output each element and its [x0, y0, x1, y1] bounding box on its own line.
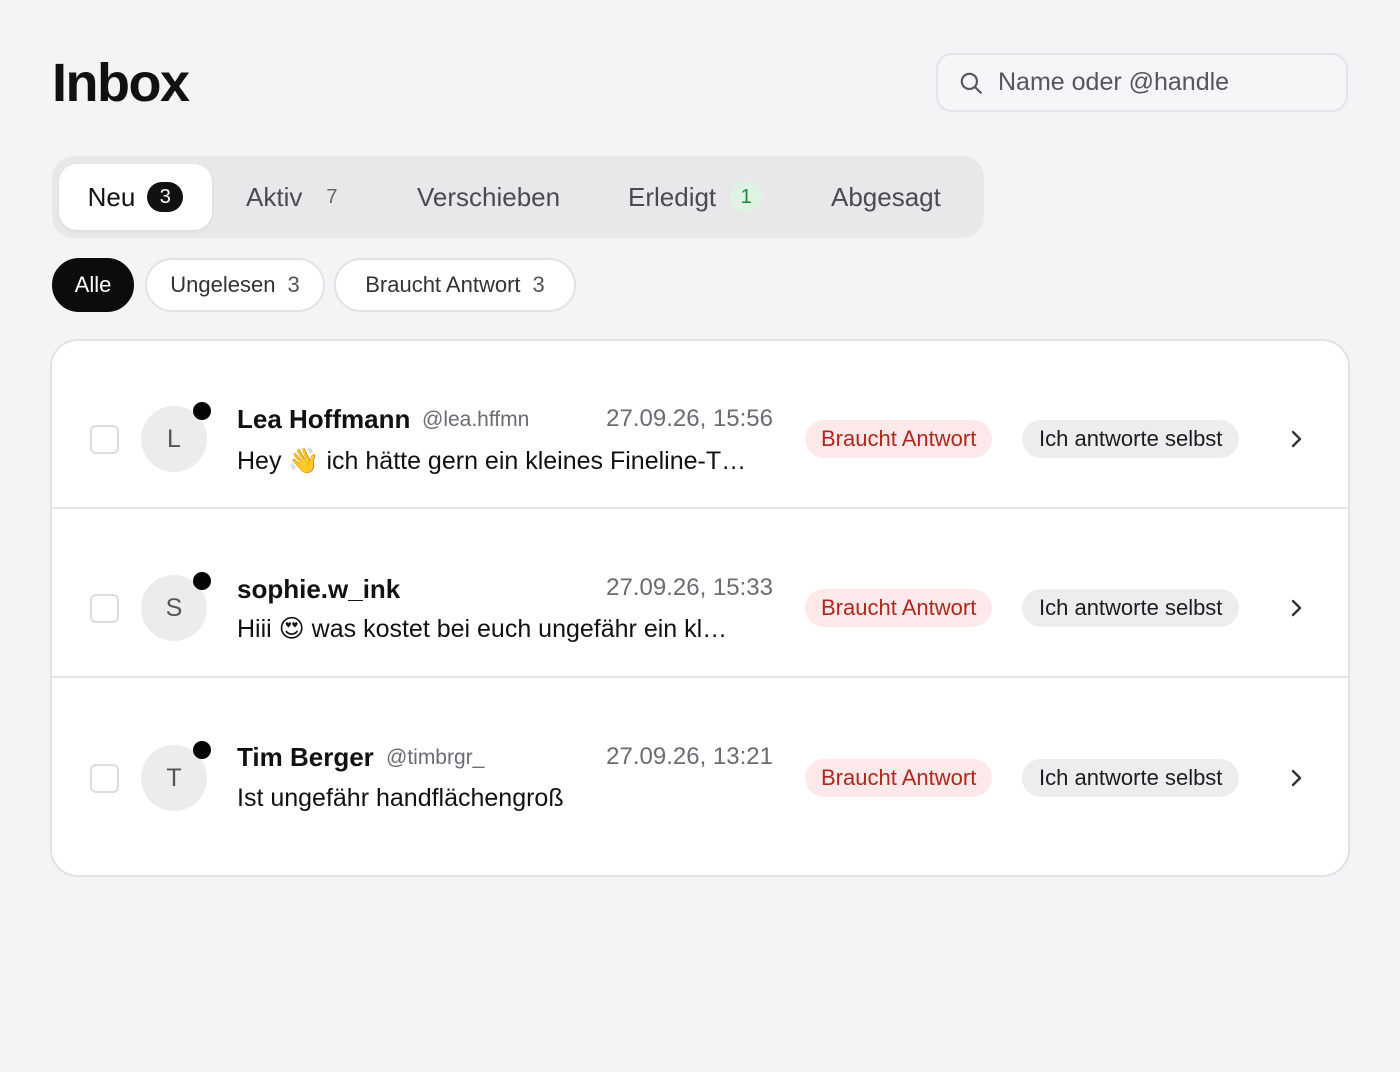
filter-count: 3	[287, 272, 300, 297]
search-icon	[960, 72, 982, 94]
avatar-initial: T	[166, 763, 182, 792]
search-box[interactable]	[936, 53, 1348, 112]
chevron-right-icon[interactable]	[1288, 765, 1306, 791]
tab-label: Verschieben	[417, 181, 561, 212]
message-preview: Ist ungefähr handflächengroß	[237, 784, 564, 812]
avatar-initial: L	[167, 424, 181, 453]
status-badge: Braucht Antwort	[805, 759, 993, 797]
conversation-row[interactable]: L Lea Hoffmann @lea.hffmn 27.09.26, 15:5…	[52, 341, 1348, 509]
status-tabs: Neu 3 Aktiv 7 Verschieben Erledigt 1 Abg…	[52, 156, 984, 238]
tab-label: Erledigt	[628, 181, 717, 212]
filter-braucht-antwort[interactable]: Braucht Antwort 3	[334, 258, 576, 312]
tab-label: Abgesagt	[831, 181, 941, 212]
row-checkbox[interactable]	[90, 594, 119, 623]
tab-aktiv[interactable]: Aktiv 7	[246, 164, 337, 230]
tab-abgesagt[interactable]: Abgesagt	[831, 164, 941, 230]
self-reply-button[interactable]: Ich antworte selbst	[1022, 759, 1240, 797]
tab-erledigt[interactable]: Erledigt 1	[628, 164, 763, 230]
message-time: 27.09.26, 15:33	[606, 574, 773, 601]
unread-dot	[193, 572, 211, 590]
tab-count: 1	[730, 182, 763, 212]
tab-count: 3	[147, 182, 184, 212]
tab-label: Aktiv	[246, 181, 303, 212]
message-time: 27.09.26, 13:21	[606, 743, 773, 770]
contact-name: sophie.w_ink	[237, 574, 401, 604]
unread-dot	[193, 741, 211, 759]
filter-ungelesen[interactable]: Ungelesen 3	[145, 258, 325, 312]
conversation-list: L Lea Hoffmann @lea.hffmn 27.09.26, 15:5…	[50, 339, 1350, 877]
message-time: 27.09.26, 15:56	[606, 405, 773, 432]
message-preview: Hiii 😍 was kostet bei euch ungefähr ein …	[237, 615, 728, 643]
contact-handle: @lea.hffmn	[422, 408, 530, 431]
row-checkbox[interactable]	[90, 425, 119, 454]
contact-name: Tim Berger	[237, 742, 374, 772]
search-input[interactable]	[998, 68, 1338, 97]
page-title: Inbox	[52, 53, 190, 113]
conversation-row[interactable]: S sophie.w_ink 27.09.26, 15:33 Hiii 😍 wa…	[52, 510, 1348, 678]
avatar-initial: S	[165, 593, 183, 622]
chevron-right-icon[interactable]	[1288, 426, 1306, 452]
contact-name: Lea Hoffmann	[237, 404, 411, 434]
self-reply-button[interactable]: Ich antworte selbst	[1022, 589, 1240, 627]
tab-count: 7	[326, 185, 338, 208]
tab-label: Neu	[87, 181, 136, 212]
filter-alle[interactable]: Alle	[52, 258, 134, 312]
filter-label: Ungelesen	[170, 272, 276, 297]
unread-dot	[193, 402, 211, 420]
row-checkbox[interactable]	[90, 764, 119, 793]
status-badge: Braucht Antwort	[805, 420, 993, 458]
tab-verschieben[interactable]: Verschieben	[417, 164, 560, 230]
conversation-row[interactable]: T Tim Berger @timbrgr_ 27.09.26, 13:21 I…	[52, 679, 1348, 847]
filter-count: 3	[532, 272, 545, 297]
contact-handle: @timbrgr_	[386, 746, 485, 769]
filter-label: Braucht Antwort	[365, 272, 521, 297]
chevron-right-icon[interactable]	[1288, 595, 1306, 621]
status-badge: Braucht Antwort	[805, 589, 993, 627]
filter-label: Alle	[74, 272, 112, 297]
message-preview: Hey 👋 ich hätte gern ein kleines Finelin…	[237, 447, 747, 475]
tab-neu[interactable]: Neu 3	[59, 164, 212, 230]
self-reply-button[interactable]: Ich antworte selbst	[1022, 420, 1240, 458]
